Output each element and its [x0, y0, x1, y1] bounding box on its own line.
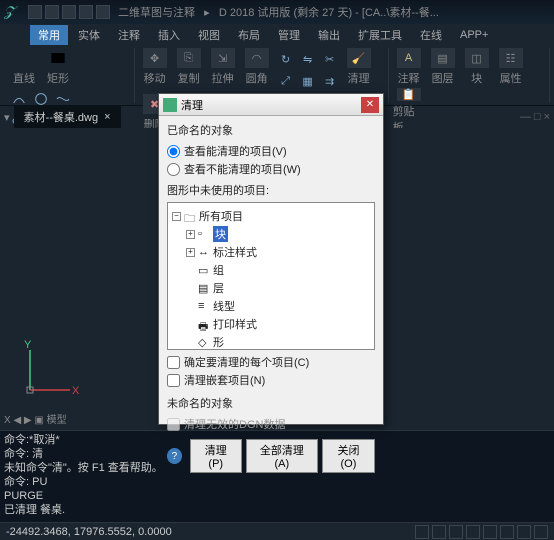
menu-manage[interactable]: 管理 — [270, 25, 308, 45]
tree-node-dimstyle[interactable]: +↔标注样式 — [172, 243, 370, 261]
check-nested[interactable]: 清理嵌套项目(N) — [167, 371, 375, 389]
tab-menu-icon[interactable]: ▾ — [4, 111, 10, 124]
tab-label: 素材--餐桌.dwg — [24, 109, 99, 125]
layout-tabs[interactable]: X ◀ ▶ ▣ 模型 — [4, 411, 67, 426]
menu-app[interactable]: APP+ — [452, 27, 496, 43]
osnap-toggle[interactable] — [483, 525, 497, 539]
tool-mirror[interactable]: ⇋ — [297, 48, 319, 70]
menu-view[interactable]: 视图 — [190, 25, 228, 45]
tree-root[interactable]: −🗀所有项目 — [172, 207, 370, 225]
dialog-title: 清理 — [181, 97, 203, 113]
panel-clipboard[interactable]: 📋剪贴板 — [393, 88, 425, 126]
tool-move[interactable]: ✥移动 — [139, 48, 171, 86]
tool-purge[interactable]: 🧹清理 — [343, 48, 375, 86]
panel-block[interactable]: ◫块 — [461, 48, 493, 86]
tool-fillet[interactable]: ◠圆角 — [241, 48, 273, 86]
quick-access-toolbar — [28, 5, 110, 19]
titlebar: 𝒵 二维草图与注释 ▸ D 2018 试用版 (剩余 27 天) - [CA..… — [0, 0, 554, 24]
purge-all-button[interactable]: 全部清理(A) — [246, 439, 318, 473]
unnamed-objects-label: 未命名的对象 — [167, 395, 375, 411]
tool-line[interactable]: 直线 — [8, 48, 40, 86]
menu-home[interactable]: 常用 — [30, 25, 68, 45]
menu-annotate[interactable]: 注释 — [110, 25, 148, 45]
menu-solid[interactable]: 实体 — [70, 25, 108, 45]
ribbon-group-draw: 直线 矩形 绘图 — [4, 48, 135, 103]
ribbon-group-annotate: A注释 ▤图层 ◫块 ☷属性 📋剪贴板 — [389, 48, 550, 103]
panel-layer[interactable]: ▤图层 — [427, 48, 459, 86]
tree-node-plotstyle[interactable]: 🖶打印样式 — [172, 315, 370, 333]
status-toggles — [415, 525, 548, 539]
purge-dialog: 清理 ✕ 已命名的对象 查看能清理的项目(V) 查看不能清理的项目(W) 图形中… — [158, 93, 384, 425]
grid-toggle[interactable] — [432, 525, 446, 539]
tab-controls[interactable]: — □ × — [520, 111, 550, 123]
check-dgn[interactable]: 清理无效的DGN数据 — [167, 415, 375, 433]
svg-text:X: X — [72, 385, 80, 397]
tool-trim[interactable]: ✂ — [319, 48, 341, 70]
help-icon[interactable]: ? — [167, 448, 182, 464]
dialog-icon — [163, 98, 177, 112]
ucs-icon: Y X — [20, 340, 80, 400]
tool-rotate[interactable]: ↻ — [275, 48, 297, 70]
cmd-line: 已清理 餐桌. — [4, 503, 550, 517]
purge-tree[interactable]: −🗀所有项目 +▫块 +↔标注样式 ▭组 ▤层 ≡线型 🖶打印样式 ◇形 A文字… — [167, 202, 375, 350]
tree-node-linetype[interactable]: ≡线型 — [172, 297, 370, 315]
menu-insert[interactable]: 插入 — [150, 25, 188, 45]
panel-annotate[interactable]: A注释 — [393, 48, 425, 86]
cmd-line: PURGE — [4, 489, 550, 503]
model-toggle[interactable] — [534, 525, 548, 539]
qat-save-icon[interactable] — [62, 5, 76, 19]
named-objects-label: 已命名的对象 — [167, 122, 375, 138]
menu-output[interactable]: 输出 — [310, 25, 348, 45]
tool-array[interactable]: ▦ — [297, 70, 319, 92]
main-menu: 常用 实体 注释 插入 视图 布局 管理 输出 扩展工具 在线 APP+ — [0, 24, 554, 46]
close-dialog-button[interactable]: 关闭(O) — [322, 439, 375, 473]
svg-text:Y: Y — [24, 340, 32, 351]
tree-node-block[interactable]: +▫块 — [172, 225, 370, 243]
radio-view-nonpurgeable[interactable]: 查看不能清理的项目(W) — [167, 160, 375, 178]
coordinates: -24492.3468, 17976.5552, 0.0000 — [6, 526, 415, 538]
close-button[interactable]: ✕ — [361, 97, 379, 113]
qat-redo-icon[interactable] — [96, 5, 110, 19]
lwt-toggle[interactable] — [517, 525, 531, 539]
tree-node-shape[interactable]: ◇形 — [172, 333, 370, 350]
snap-toggle[interactable] — [415, 525, 429, 539]
tool-copy[interactable]: ⎘复制 — [173, 48, 205, 86]
document-tab[interactable]: 素材--餐桌.dwg × — [14, 106, 121, 128]
tree-node-layer[interactable]: ▤层 — [172, 279, 370, 297]
tool-offset[interactable]: ⇉ — [319, 70, 341, 92]
qat-new-icon[interactable] — [28, 5, 42, 19]
tool-rect[interactable]: 矩形 — [42, 48, 74, 86]
tree-node-group[interactable]: ▭组 — [172, 261, 370, 279]
tool-scale[interactable]: ⤢ — [275, 70, 297, 92]
app-logo: 𝒵 — [4, 3, 22, 21]
polar-toggle[interactable] — [466, 525, 480, 539]
radio-view-purgeable[interactable]: 查看能清理的项目(V) — [167, 142, 375, 160]
ortho-toggle[interactable] — [449, 525, 463, 539]
unused-items-label: 图形中未使用的项目: — [167, 182, 375, 198]
title-text: 二维草图与注释 ▸ D 2018 试用版 (剩余 27 天) - [CA..\素… — [118, 4, 550, 20]
panel-props[interactable]: ☷属性 — [495, 48, 527, 86]
dialog-titlebar[interactable]: 清理 ✕ — [159, 94, 383, 116]
qat-open-icon[interactable] — [45, 5, 59, 19]
menu-layout[interactable]: 布局 — [230, 25, 268, 45]
qat-undo-icon[interactable] — [79, 5, 93, 19]
menu-ext[interactable]: 扩展工具 — [350, 25, 410, 45]
check-confirm-each[interactable]: 确定要清理的每个项目(C) — [167, 353, 375, 371]
menu-online[interactable]: 在线 — [412, 25, 450, 45]
purge-button[interactable]: 清理(P) — [190, 439, 242, 473]
tab-close-icon[interactable]: × — [104, 111, 110, 123]
otrack-toggle[interactable] — [500, 525, 514, 539]
status-bar: -24492.3468, 17976.5552, 0.0000 — [0, 522, 554, 540]
tool-stretch[interactable]: ⇲拉伸 — [207, 48, 239, 86]
